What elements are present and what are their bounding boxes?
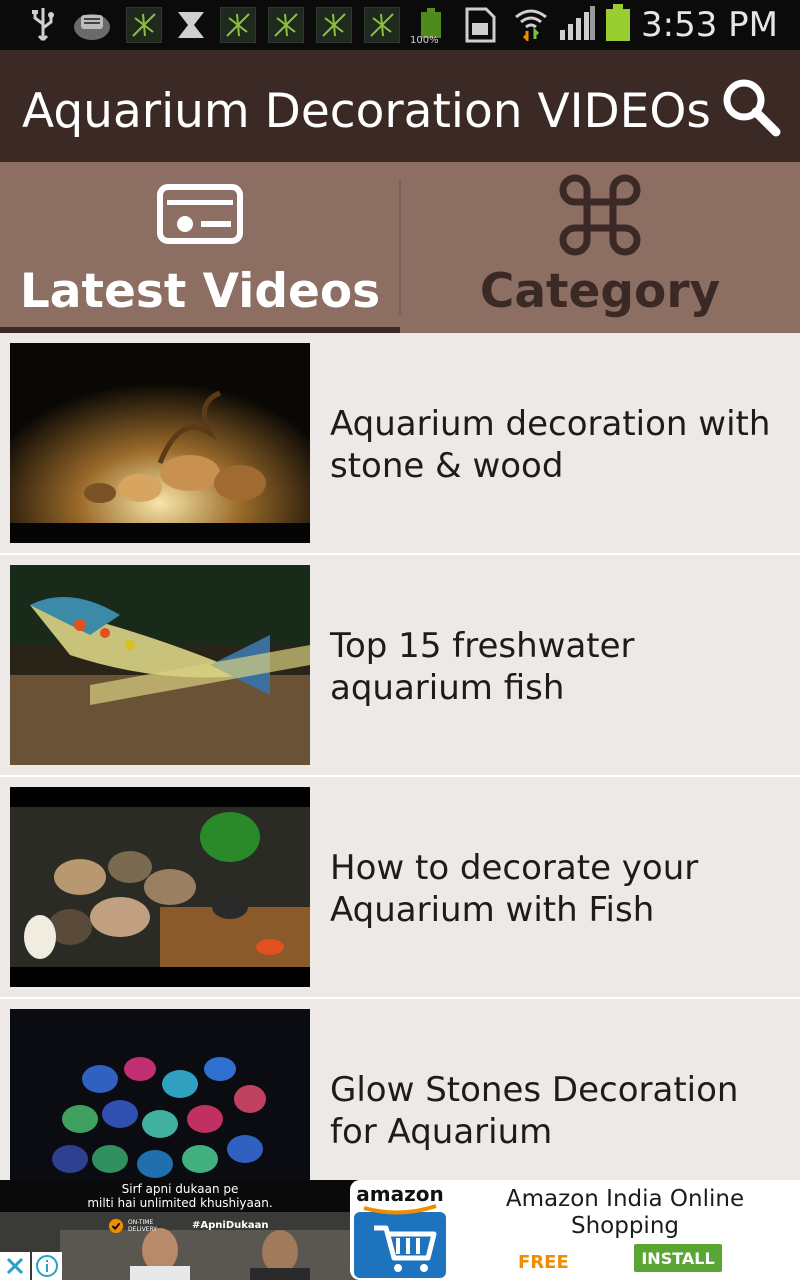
battery-small-icon: 100%: [410, 5, 448, 46]
list-item[interactable]: Glow Stones Decoration for Aquarium: [0, 999, 800, 1180]
page-title: Aquarium Decoration VIDEOs: [22, 84, 711, 139]
app-notification-icon: [364, 7, 400, 43]
app-notification-icon: [126, 7, 162, 43]
ad-price: FREE: [518, 1252, 569, 1273]
ad-ontime-badge: ON-TIME DELIVERY: [108, 1216, 178, 1236]
video-title: How to decorate your Aquarium with Fish: [330, 848, 699, 930]
install-button[interactable]: INSTALL: [634, 1244, 722, 1272]
battery-icon: [605, 4, 631, 46]
x-notification-icon: [174, 5, 208, 45]
video-title: Glow Stones Decoration for Aquarium: [330, 1070, 739, 1152]
video-thumbnail: [10, 343, 310, 543]
tab-category[interactable]: Category: [400, 162, 800, 333]
status-bar: 100% 3:53 PM: [0, 0, 800, 50]
video-thumbnail: [10, 565, 310, 765]
wifi-icon: [513, 5, 549, 45]
app-notification-icon: [268, 7, 304, 43]
signal-icon: [559, 6, 595, 44]
tab-bar: Latest Videos Category: [0, 162, 800, 333]
search-icon: [723, 79, 781, 137]
list-item[interactable]: Top 15 freshwater aquarium fish: [0, 555, 800, 777]
tab-latest-videos-label: Latest Videos: [19, 264, 381, 319]
amazon-logo-text: amazon: [356, 1182, 444, 1206]
tab-latest-videos[interactable]: Latest Videos: [0, 162, 400, 333]
video-title: Top 15 freshwater aquarium fish: [330, 626, 635, 708]
app-notification-icon: [316, 7, 352, 43]
status-time: 3:53 PM: [641, 5, 778, 45]
app-notification-icon: [220, 7, 256, 43]
ad-ontime-label: ON-TIME DELIVERY: [128, 1219, 157, 1233]
ad-hashtag: #ApniDukaan: [192, 1220, 269, 1231]
video-list: Aquarium decoration with stone & wood To…: [0, 333, 800, 1180]
app-bar: Aquarium Decoration VIDEOs: [0, 50, 800, 162]
ad-banner[interactable]: Sirf apni dukaan pe milti hai unlimited …: [0, 1180, 800, 1280]
battery-small-label: 100%: [410, 35, 439, 46]
video-thumbnail: [10, 1009, 310, 1180]
ad-line2: milti hai unlimited khushiyaan.: [87, 1196, 273, 1210]
command-icon: [557, 172, 643, 262]
sim-card-icon: [464, 5, 496, 45]
usb-icon: [30, 5, 56, 45]
info-icon: [36, 1255, 58, 1277]
list-item[interactable]: How to decorate your Aquarium with Fish: [0, 777, 800, 999]
ad-close-button[interactable]: [0, 1252, 30, 1280]
ad-title: Amazon India Online Shopping: [505, 1186, 745, 1239]
ad-line1: Sirf apni dukaan pe: [121, 1182, 239, 1196]
ad-info-button[interactable]: [32, 1252, 62, 1280]
close-icon: [6, 1257, 24, 1275]
video-card-icon: [157, 172, 243, 248]
tab-category-label: Category: [479, 264, 721, 319]
video-thumbnail: [10, 787, 310, 987]
amazon-app-icon[interactable]: amazon: [350, 1180, 450, 1280]
storage-app-icon: [72, 5, 112, 45]
video-title: Aquarium decoration with stone & wood: [330, 404, 771, 486]
list-item[interactable]: Aquarium decoration with stone & wood: [0, 333, 800, 555]
search-button[interactable]: [720, 76, 782, 138]
